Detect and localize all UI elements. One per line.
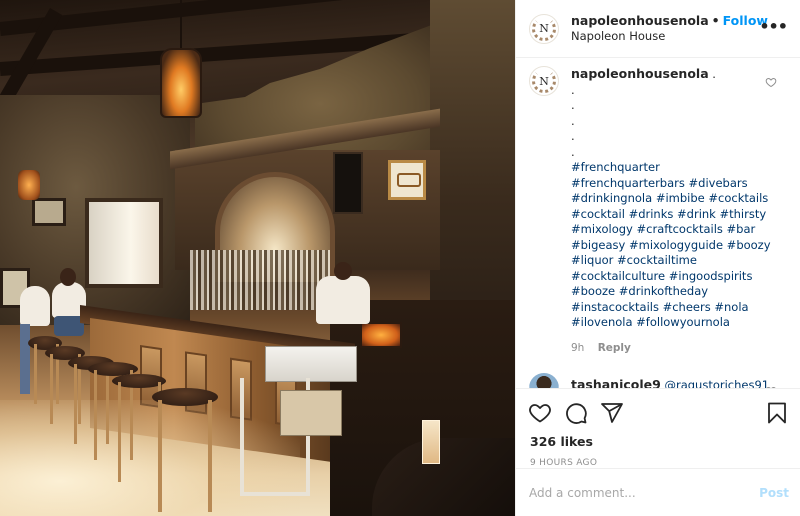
- bookmark-icon: [768, 402, 786, 424]
- save-button[interactable]: [765, 401, 789, 425]
- stool-leg: [34, 344, 37, 404]
- hashtag-line[interactable]: #instacocktails #cheers #nola: [571, 300, 771, 316]
- caption: N napoleonhousenola . . . . . . #frenchq…: [529, 66, 785, 356]
- comment-username[interactable]: tashanicole9: [571, 377, 661, 388]
- comment-composer: Post: [516, 468, 800, 516]
- hashtag-line[interactable]: #drinkingnola #imbibe #cocktails: [571, 191, 771, 207]
- stool-leg: [74, 364, 77, 444]
- hashtag-line[interactable]: #cocktailculture #ingoodspirits: [571, 269, 771, 285]
- caption-avatar[interactable]: N: [529, 66, 559, 96]
- hashtag-line[interactable]: #cocktail #drinks #drink #thirsty: [571, 207, 771, 223]
- post-image[interactable]: [0, 0, 515, 516]
- stool-leg: [158, 400, 162, 512]
- caption-meta: 9h Reply: [571, 341, 771, 357]
- caption-first-line: napoleonhousenola .: [571, 66, 771, 83]
- post-actions: 326 likes 9 HOURS AGO: [516, 388, 800, 468]
- comment-mention[interactable]: @ragustoriches91: [664, 378, 769, 388]
- hashtag-line[interactable]: #frenchquarter: [571, 160, 771, 176]
- hashtag-line[interactable]: #liquor #cocktailtime: [571, 253, 771, 269]
- hashtag-line[interactable]: #mixology #craftcocktails #bar: [571, 222, 771, 238]
- caption-line: .: [571, 129, 575, 143]
- caption-time[interactable]: 9h: [571, 342, 584, 354]
- location-link[interactable]: Napoleon House: [571, 29, 768, 44]
- comment-icon: [566, 403, 587, 424]
- like-button[interactable]: [528, 401, 552, 425]
- stool-leg: [106, 364, 109, 444]
- avatar[interactable]: N: [529, 13, 559, 44]
- caption-line: .: [571, 144, 575, 159]
- hashtag-line[interactable]: #bigeasy #mixologyguide #boozy: [571, 238, 771, 254]
- heart-icon[interactable]: [765, 76, 777, 88]
- stool-leg: [50, 354, 53, 424]
- share-icon: [601, 403, 623, 423]
- caption-line: .: [571, 113, 575, 128]
- commenter-avatar[interactable]: [529, 373, 559, 388]
- drink-glass: [422, 420, 440, 464]
- comment-button[interactable]: [564, 401, 588, 425]
- caption-username[interactable]: napoleonhousenola: [571, 66, 709, 81]
- header-text: napoleonhousenola • Follow Napoleon House: [571, 13, 768, 44]
- comments-list[interactable]: N napoleonhousenola . . . . . . #frenchq…: [516, 58, 800, 388]
- post-header: N napoleonhousenola • Follow Napoleon Hous…: [516, 0, 800, 58]
- comment-body: tashanicole9 @ragustoriches91: [571, 373, 771, 388]
- separator-dot: •: [711, 13, 720, 28]
- action-icons: [528, 395, 789, 431]
- hashtag-line[interactable]: #booze #drinkoftheday: [571, 284, 771, 300]
- stool-leg: [118, 382, 121, 482]
- avatar-letter: N: [539, 22, 549, 35]
- username-link[interactable]: napoleonhousenola: [571, 13, 709, 28]
- reply-button[interactable]: Reply: [598, 342, 631, 354]
- post-sidebar: N napoleonhousenola • Follow Napoleon Hous…: [515, 0, 800, 516]
- comment-input[interactable]: [529, 485, 760, 500]
- post-button[interactable]: Post: [759, 486, 789, 500]
- comment: tashanicole9 @ragustoriches91: [529, 373, 785, 388]
- caption-line: .: [571, 98, 575, 112]
- more-options-icon[interactable]: •••: [759, 19, 788, 35]
- hashtag-line[interactable]: #ilovenola #followyournola: [571, 315, 771, 331]
- header-top-line: napoleonhousenola • Follow: [571, 13, 768, 28]
- caption-body: napoleonhousenola . . . . . . #frenchqua…: [571, 66, 771, 356]
- stool-leg: [94, 370, 97, 460]
- hashtag-line[interactable]: #frenchquarterbars #divebars: [571, 176, 771, 192]
- post-timestamp[interactable]: 9 HOURS AGO: [528, 458, 789, 468]
- stool-leg: [208, 400, 212, 512]
- likes-count[interactable]: 326 likes: [528, 434, 789, 449]
- caption-line: .: [571, 82, 575, 97]
- heart-icon: [529, 404, 551, 423]
- share-button[interactable]: [600, 401, 624, 425]
- avatar-letter: N: [539, 74, 549, 88]
- caption-text: .: [712, 67, 716, 81]
